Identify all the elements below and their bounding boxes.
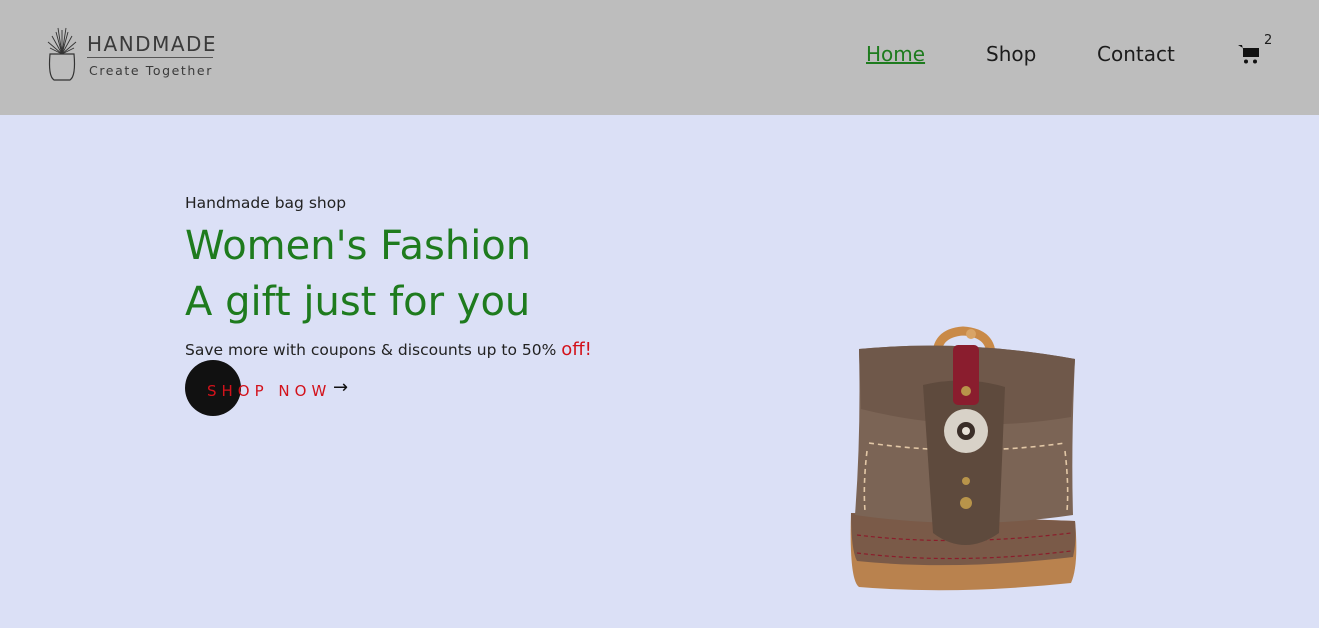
hero-discount-highlight: off! <box>561 339 592 360</box>
shop-now-button[interactable]: SHOP NOW → <box>185 360 355 416</box>
nav-contact[interactable]: Contact <box>1097 42 1175 66</box>
leather-bag-image <box>850 326 1077 591</box>
logo-divider <box>87 57 213 58</box>
plant-pot-icon <box>47 27 77 81</box>
hero-description-text: Save more with coupons & discounts up to… <box>185 341 562 359</box>
cart-icon[interactable] <box>1237 42 1261 66</box>
shop-now-label: SHOP NOW <box>207 382 332 400</box>
hero-title-line2: A gift just for you <box>185 279 531 325</box>
logo-title: HANDMADE <box>87 32 218 56</box>
hero-kicker: Handmade bag shop <box>185 194 347 212</box>
nav-home[interactable]: Home <box>866 42 925 66</box>
site-logo[interactable]: HANDMADE Create Together <box>44 26 224 82</box>
cart-count-badge: 2 <box>1264 33 1273 48</box>
logo-subtitle: Create Together <box>89 63 213 78</box>
hero-description: Save more with coupons & discounts up to… <box>185 339 592 360</box>
arrow-right-icon: → <box>333 377 349 398</box>
site-header: HANDMADE Create Together Home Shop Conta… <box>0 0 1319 115</box>
hero-title-line1: Women's Fashion <box>185 223 532 269</box>
nav-shop[interactable]: Shop <box>986 42 1036 66</box>
